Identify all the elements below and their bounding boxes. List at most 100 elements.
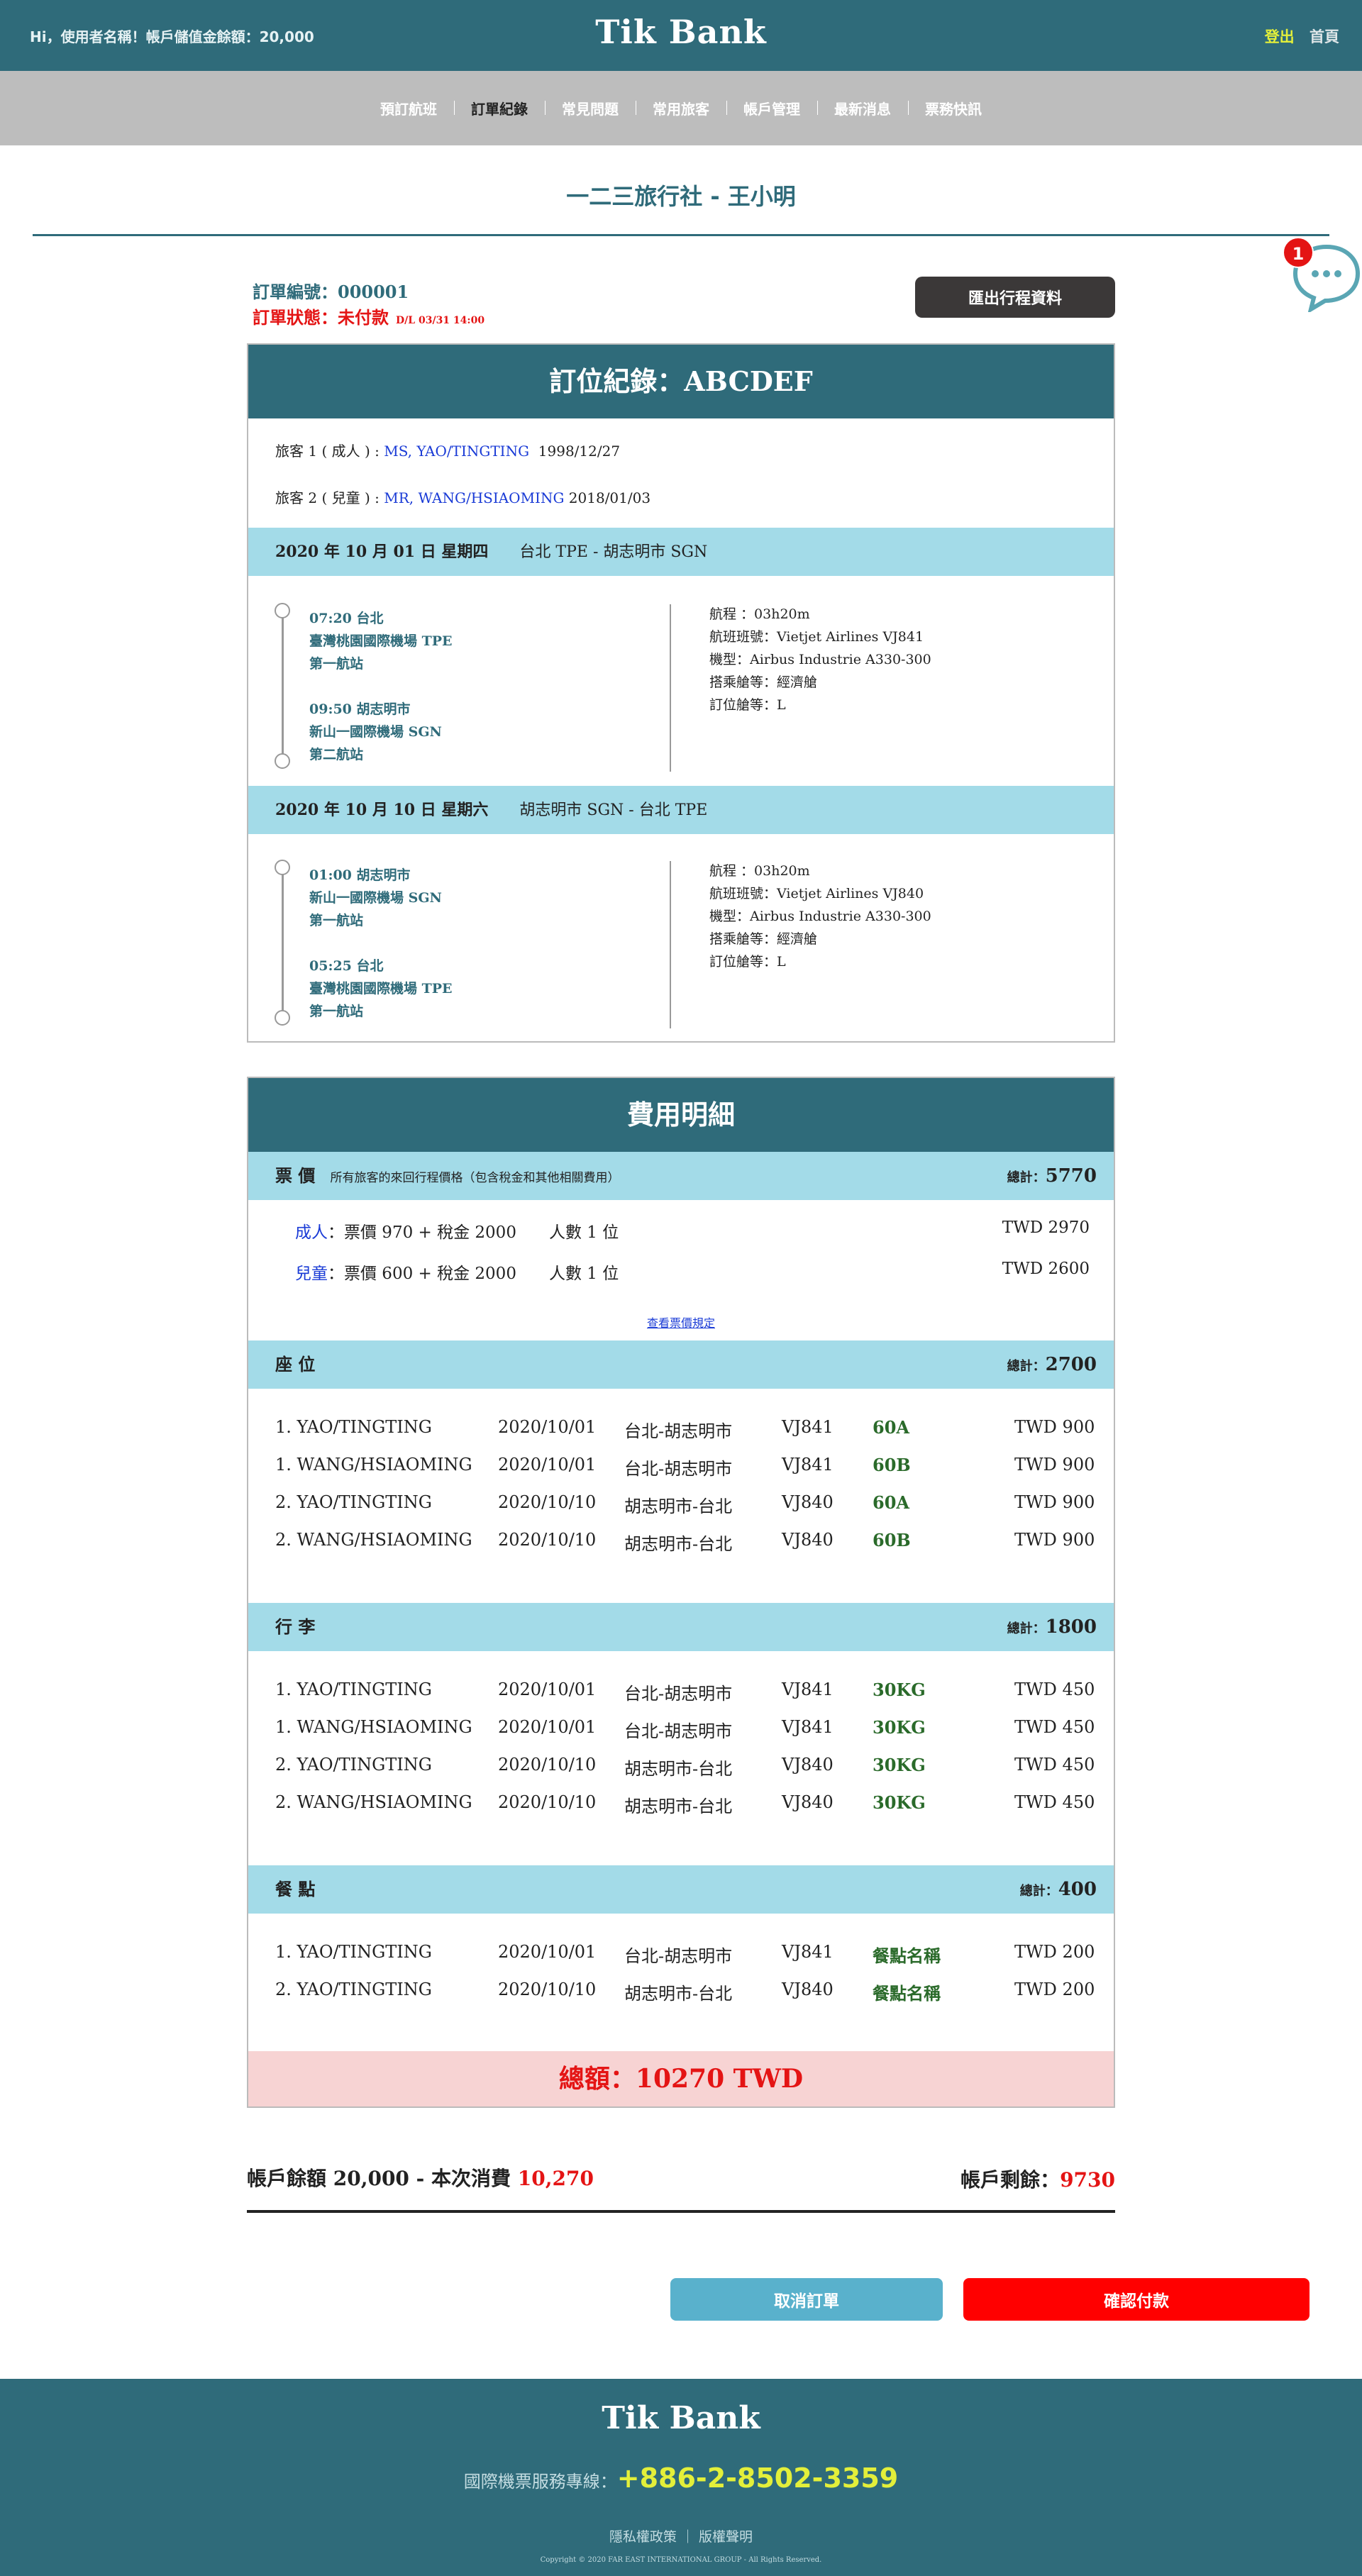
passenger-name: MS, YAO/TINGTING bbox=[384, 443, 530, 460]
seat-total: 總計：2700 bbox=[1007, 1340, 1097, 1391]
cell-route: 台北-胡志明市 bbox=[624, 1721, 733, 1741]
meal-title: 餐 點 bbox=[275, 1879, 316, 1899]
timeline-line bbox=[282, 613, 284, 762]
fare-type: 成人 bbox=[295, 1223, 328, 1242]
nav-item-news[interactable]: 最新消息 bbox=[817, 98, 908, 118]
cell-flight: VJ841 bbox=[782, 1680, 834, 1699]
flight-duration: 航程 ：03h20m bbox=[709, 863, 810, 879]
footer-separator: ｜ bbox=[680, 2529, 694, 2545]
nav-item-ticket-alerts[interactable]: 票務快訊 bbox=[908, 98, 999, 118]
cell-amount: TWD 900 bbox=[1014, 1492, 1095, 1512]
dep-time-city: 07:20 台北 bbox=[309, 611, 384, 626]
nav-item-order-records[interactable]: 訂單紀錄 bbox=[454, 98, 545, 118]
cell-date: 2020/10/01 bbox=[498, 1942, 597, 1962]
baggage-total: 總計：1800 bbox=[1007, 1603, 1097, 1653]
passenger-dob: 2018/01/03 bbox=[568, 489, 651, 506]
cell-date: 2020/10/01 bbox=[498, 1417, 597, 1437]
cell-amount: TWD 450 bbox=[1014, 1792, 1095, 1812]
title-divider bbox=[33, 234, 1329, 236]
cell-amount: TWD 900 bbox=[1014, 1455, 1095, 1475]
logout-link[interactable]: 登出 bbox=[1265, 28, 1295, 45]
nav-item-account[interactable]: 帳戶管理 bbox=[726, 98, 817, 118]
departure-stop: 01:00 胡志明市 新山一國際機場 SGN 第一航站 bbox=[309, 864, 442, 932]
cell-passenger: 1. WANG/HSIAOMING bbox=[275, 1717, 472, 1737]
arr-terminal: 第一航站 bbox=[309, 1004, 364, 1019]
order-status-text: 訂單狀態：未付款 bbox=[253, 307, 389, 328]
cell-date: 2020/10/10 bbox=[498, 1492, 597, 1512]
meal-header: 餐 點 總計：400 bbox=[248, 1865, 1114, 1914]
nav-item-faq[interactable]: 常見問題 bbox=[545, 98, 636, 118]
hotline-label: 國際機票服務專線： bbox=[463, 2472, 617, 2492]
table-row: 2. YAO/TINGTING 2020/10/10 胡志明市-台北 VJ840 30K… bbox=[248, 1755, 1114, 1783]
cell-item: 30KG bbox=[873, 1717, 926, 1738]
table-row: 1. WANG/HSIAOMING 2020/10/01 台北-胡志明市 VJ841 6… bbox=[248, 1455, 1114, 1483]
confirm-payment-button[interactable]: 確認付款 bbox=[963, 2278, 1310, 2321]
timeline-dot bbox=[275, 860, 290, 875]
balance-summary: 帳戶餘額 20,000 - 本次消費 10,270 bbox=[247, 2163, 594, 2192]
cell-date: 2020/10/01 bbox=[498, 1680, 597, 1699]
privacy-link[interactable]: 隱私權政策 bbox=[609, 2529, 677, 2545]
segment-date: 2020 年 10 月 10 日 星期六 bbox=[275, 801, 489, 819]
arrival-stop: 09:50 胡志明市 新山一國際機場 SGN 第二航站 bbox=[309, 698, 442, 766]
cell-route: 胡志明市-台北 bbox=[624, 1984, 733, 2004]
remaining-label: 帳戶剩餘： bbox=[960, 2168, 1061, 2192]
footer-logo[interactable]: Tik Bank bbox=[0, 2400, 1362, 2436]
flight-number: 航班班號：Vietjet Airlines VJ841 bbox=[709, 629, 924, 645]
fare-row-child: 兒童：票價 600 + 稅金 2000 人數 1 位 TWD 2600 bbox=[295, 1260, 1090, 1284]
cell-flight: VJ841 bbox=[782, 1455, 834, 1475]
meal-total-value: 400 bbox=[1058, 1879, 1097, 1900]
dep-time-city: 01:00 胡志明市 bbox=[309, 867, 411, 883]
cell-item: 餐點名稱 bbox=[873, 1983, 941, 2004]
dep-terminal: 第一航站 bbox=[309, 656, 364, 672]
arr-airport: 新山一國際機場 SGN bbox=[309, 724, 442, 740]
cell-item: 餐點名稱 bbox=[873, 1945, 941, 1966]
cell-amount: TWD 900 bbox=[1014, 1417, 1095, 1437]
nav-item-book-flight[interactable]: 預訂航班 bbox=[363, 98, 454, 118]
fare-amount: TWD 2600 bbox=[1002, 1260, 1090, 1278]
logo[interactable]: Tik Bank bbox=[0, 13, 1362, 51]
total-label: 總計： bbox=[1007, 1621, 1046, 1636]
cell-passenger: 2. YAO/TINGTING bbox=[275, 1980, 432, 1999]
cell-passenger: 1. WANG/HSIAOMING bbox=[275, 1455, 472, 1475]
cell-flight: VJ841 bbox=[782, 1417, 834, 1437]
page-title: 一二三旅行社 - 王小明 bbox=[566, 183, 796, 210]
hotline-number[interactable]: +886-2-8502-3359 bbox=[617, 2463, 898, 2494]
fare-rules-link[interactable]: 查看票價規定 bbox=[248, 1314, 1114, 1331]
cell-amount: TWD 450 bbox=[1014, 1680, 1095, 1699]
timeline-line bbox=[282, 870, 284, 1018]
copyright-link[interactable]: 版權聲明 bbox=[699, 2529, 753, 2545]
flight-duration: 航程 ：03h20m bbox=[709, 606, 810, 622]
copyright-text: Copyright © 2020 FAR EAST INTERNATIONAL … bbox=[540, 2556, 822, 2564]
cell-passenger: 2. YAO/TINGTING bbox=[275, 1755, 432, 1775]
dep-airport: 臺灣桃園國際機場 TPE bbox=[309, 633, 453, 649]
passenger-2: 旅客 2 ( 兒童 ) : MR, WANG/HSIAOMING 2018/01… bbox=[275, 487, 650, 507]
table-row: 2. WANG/HSIAOMING 2020/10/10 胡志明市-台北 VJ840 3… bbox=[248, 1792, 1114, 1821]
flight-number: 航班班號：Vietjet Airlines VJ840 bbox=[709, 886, 924, 901]
spend-amount: 10,270 bbox=[517, 2167, 594, 2190]
baggage-header: 行 李 總計：1800 bbox=[248, 1603, 1114, 1651]
remaining-amount: 9730 bbox=[1060, 2168, 1115, 2192]
cancel-order-button[interactable]: 取消訂單 bbox=[670, 2278, 943, 2321]
cell-item: 30KG bbox=[873, 1680, 926, 1700]
home-link[interactable]: 首頁 bbox=[1310, 28, 1339, 45]
departure-stop: 07:20 台北 臺灣桃園國際機場 TPE 第一航站 bbox=[309, 607, 453, 675]
cell-route: 台北-胡志明市 bbox=[624, 1946, 733, 1966]
seat-title: 座 位 bbox=[275, 1354, 316, 1375]
segment-header: 2020 年 10 月 01 日 星期四 台北 TPE - 胡志明市 SGN bbox=[248, 528, 1114, 576]
fare-detail: ：票價 970 + 稅金 2000 人數 1 位 bbox=[328, 1223, 619, 1242]
cell-flight: VJ840 bbox=[782, 1530, 834, 1550]
order-deadline: D/L 03/31 14:00 bbox=[396, 315, 485, 326]
service-hotline: 國際機票服務專線：+886-2-8502-3359 bbox=[0, 2463, 1362, 2494]
cell-date: 2020/10/10 bbox=[498, 1755, 597, 1775]
cell-amount: TWD 450 bbox=[1014, 1755, 1095, 1775]
arr-time-city: 09:50 胡志明市 bbox=[309, 701, 411, 717]
fare-header: 票 價 所有旅客的來回行程價格（包含稅金和其他相關費用） 總計：5770 bbox=[248, 1152, 1114, 1200]
cell-passenger: 2. WANG/HSIAOMING bbox=[275, 1792, 472, 1812]
nav-item-frequent-travelers[interactable]: 常用旅客 bbox=[636, 98, 726, 118]
cell-date: 2020/10/10 bbox=[498, 1980, 597, 1999]
cell-date: 2020/10/01 bbox=[498, 1455, 597, 1475]
export-itinerary-button[interactable]: 匯出行程資料 bbox=[915, 277, 1115, 318]
passenger-label: 旅客 2 ( 兒童 ) : bbox=[275, 489, 384, 506]
segment-route: 台北 TPE - 胡志明市 SGN bbox=[519, 543, 708, 561]
fare-row-adult: 成人：票價 970 + 稅金 2000 人數 1 位 TWD 2970 bbox=[295, 1218, 1090, 1243]
